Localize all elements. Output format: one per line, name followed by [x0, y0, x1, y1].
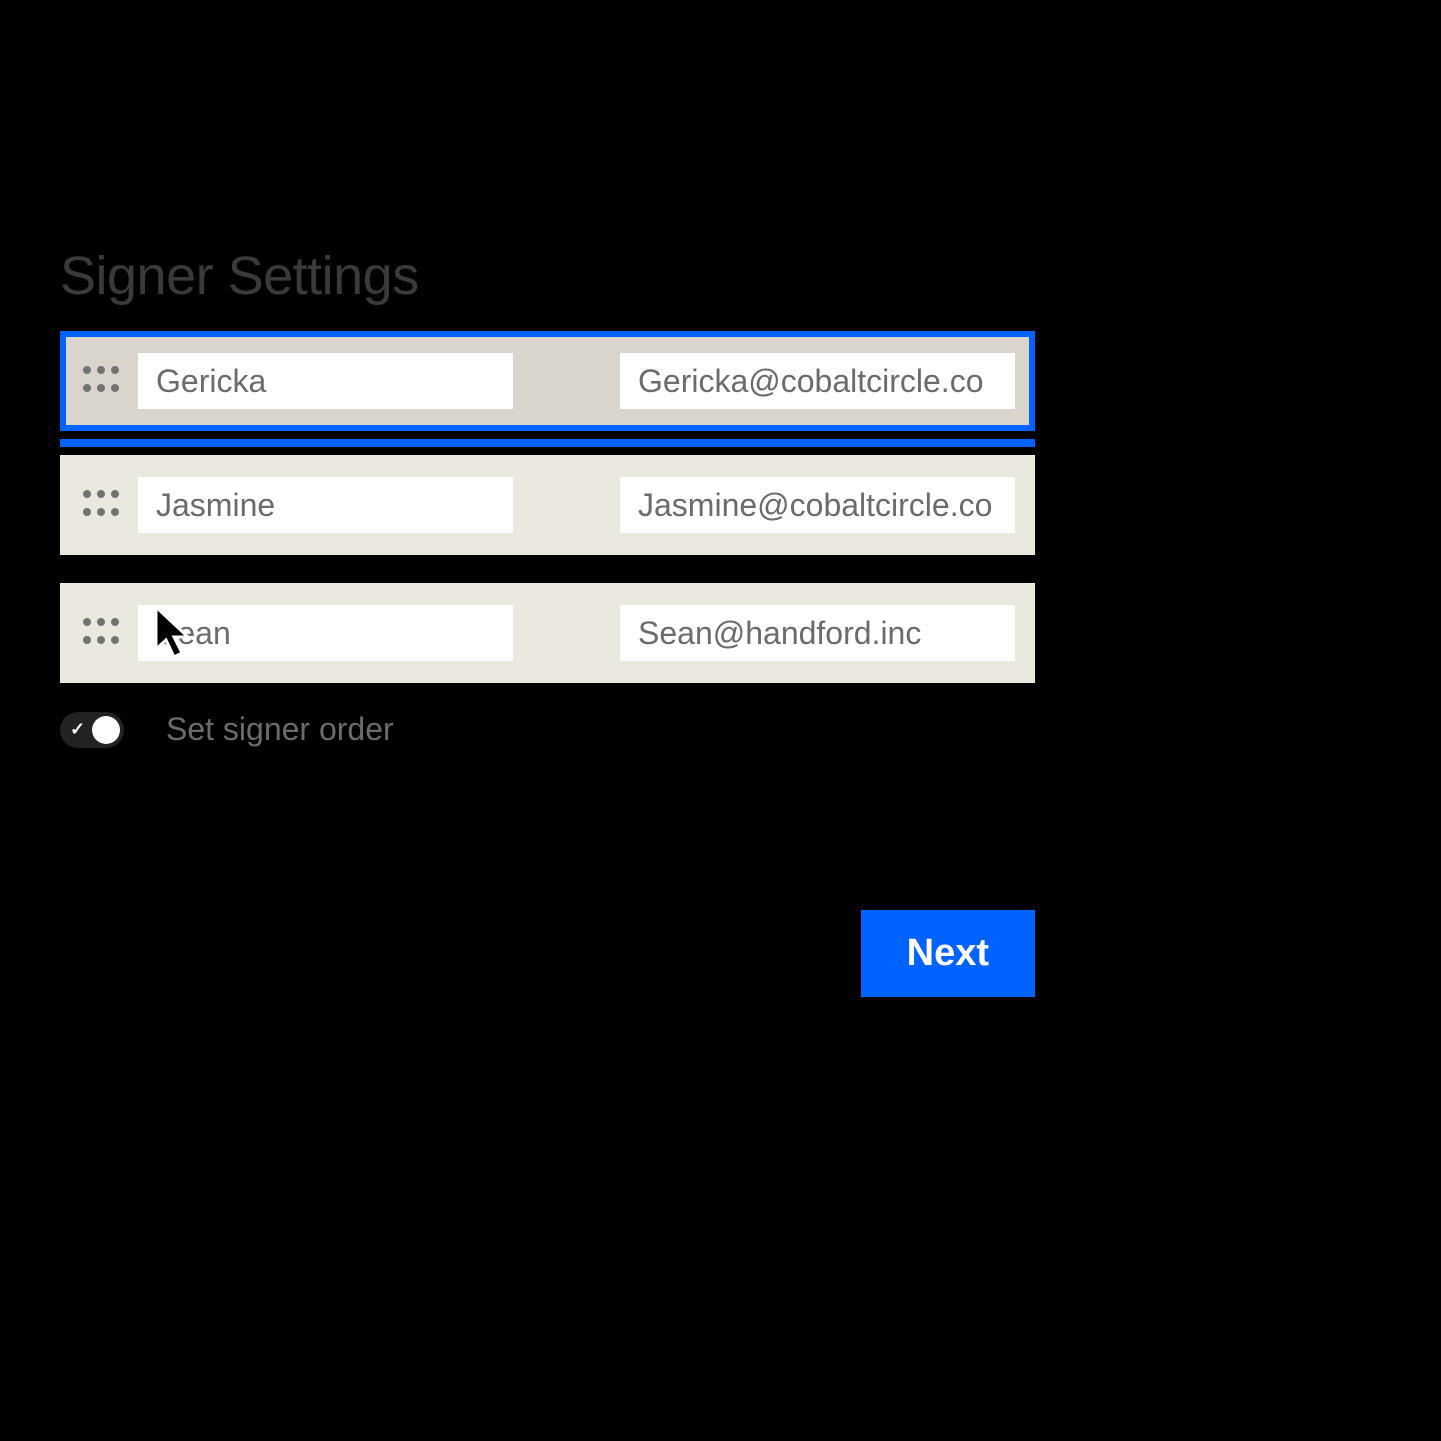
signer-name-input[interactable]: [138, 353, 513, 409]
signer-email-input[interactable]: [620, 477, 1015, 533]
toggle-knob: [92, 716, 120, 744]
signer-settings-panel: Signer Settings: [60, 245, 1035, 748]
drag-handle-icon[interactable]: [80, 613, 120, 653]
drag-handle-icon[interactable]: [80, 361, 120, 401]
signer-email-input[interactable]: [620, 353, 1015, 409]
signer-order-toggle-row: ✓ Set signer order: [60, 711, 1035, 748]
drag-handle-icon[interactable]: [80, 485, 120, 525]
signer-email-input[interactable]: [620, 605, 1015, 661]
signer-row[interactable]: [60, 455, 1035, 555]
checkmark-icon: ✓: [70, 719, 85, 740]
signer-name-input[interactable]: [138, 477, 513, 533]
signer-list: [60, 331, 1035, 683]
drop-indicator: [60, 439, 1035, 447]
signer-row[interactable]: [60, 583, 1035, 683]
set-signer-order-toggle[interactable]: ✓: [60, 712, 124, 748]
page-title: Signer Settings: [60, 245, 1035, 307]
toggle-label: Set signer order: [166, 711, 394, 748]
signer-row[interactable]: [60, 331, 1035, 431]
next-button[interactable]: Next: [861, 910, 1035, 997]
signer-name-input[interactable]: [138, 605, 513, 661]
